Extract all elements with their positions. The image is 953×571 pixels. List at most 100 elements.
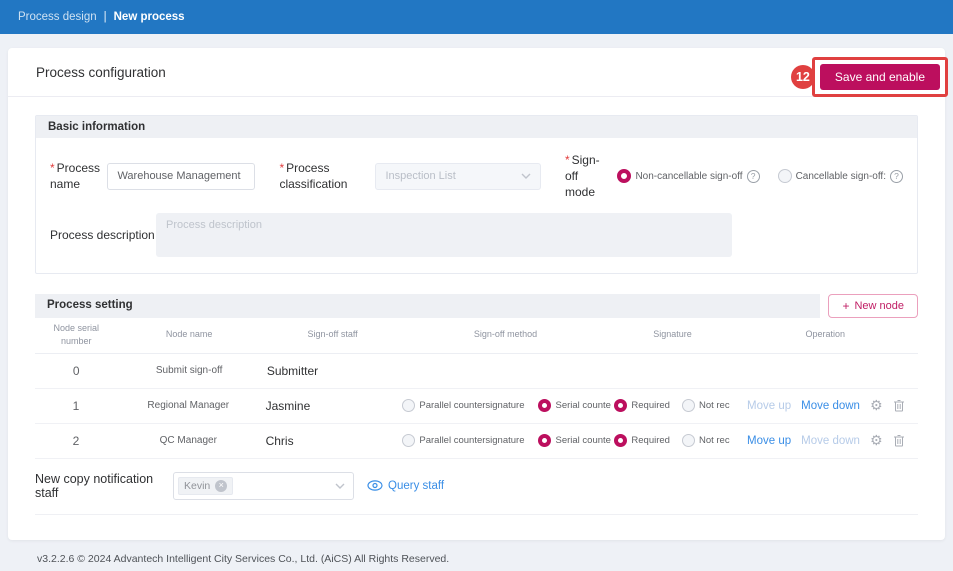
delete-icon[interactable] xyxy=(893,434,905,447)
process-setting-header: Process setting xyxy=(35,294,820,318)
staff-tag: Kevin × xyxy=(178,477,233,495)
table-header-row: Node serial number Node name Sign-off st… xyxy=(35,318,918,354)
help-icon[interactable]: ? xyxy=(890,170,903,183)
radio-signature-not-required[interactable]: Not rec xyxy=(682,399,730,412)
radio-signature-required[interactable]: Required xyxy=(614,434,670,447)
footer-copyright: v3.2.2.6 © 2024 Advantech Intelligent Ci… xyxy=(37,553,953,565)
sign-off-mode-label: *Sign-off mode xyxy=(565,152,609,201)
node-name: Regional Manager xyxy=(147,400,229,411)
copy-staff-select[interactable]: Kevin × xyxy=(173,472,354,500)
radio-signature-not-required[interactable]: Not rec xyxy=(682,434,730,447)
process-setting-table: Node serial number Node name Sign-off st… xyxy=(35,318,918,459)
radio-unselected-icon[interactable] xyxy=(402,434,415,447)
chevron-down-icon xyxy=(521,173,531,179)
required-mark: * xyxy=(50,161,55,175)
radio-unselected-icon[interactable] xyxy=(402,399,415,412)
move-up-link: Move up xyxy=(747,400,791,412)
process-name-input[interactable] xyxy=(107,163,255,190)
radio-parallel-countersignature[interactable]: Parallel countersignature xyxy=(402,434,524,447)
radio-serial-countersignature[interactable]: Serial counte xyxy=(538,434,610,447)
radio-selected-icon[interactable] xyxy=(614,399,627,412)
breadcrumb-new-process: New process xyxy=(114,11,185,23)
radio-selected-icon[interactable] xyxy=(538,434,551,447)
table-row: 2 QC Manager Chris Parallel countersigna… xyxy=(35,424,918,459)
basic-info-row-2: Process description xyxy=(50,213,903,257)
radio-label: Not rec xyxy=(699,400,730,411)
radio-non-cancellable[interactable]: Non-cancellable sign-off ? xyxy=(617,169,759,183)
gear-icon[interactable]: ⚙ xyxy=(870,434,883,448)
gear-icon[interactable]: ⚙ xyxy=(870,399,883,413)
radio-label: Serial counte xyxy=(555,435,610,446)
node-serial: 1 xyxy=(35,399,117,413)
radio-selected-icon[interactable] xyxy=(538,399,551,412)
radio-unselected-icon[interactable] xyxy=(682,434,695,447)
sign-off-staff: Jasmine xyxy=(266,399,311,413)
plus-icon: + xyxy=(842,299,849,313)
breadcrumb-process-design[interactable]: Process design xyxy=(18,11,97,23)
top-navigation-bar: Process design | New process xyxy=(0,0,953,34)
col-sign-off-method: Sign-off method xyxy=(398,324,606,346)
help-icon[interactable]: ? xyxy=(747,170,760,183)
process-description-label: Process description xyxy=(50,213,156,243)
table-row: 0 Submit sign-off Submitter xyxy=(35,354,918,389)
radio-label: Required xyxy=(631,435,670,446)
radio-label: Cancellable sign-off: xyxy=(796,171,886,182)
radio-unselected-icon[interactable] xyxy=(778,169,792,183)
node-name: Submit sign-off xyxy=(156,365,223,376)
process-classification-value: Inspection List xyxy=(385,170,455,182)
radio-label: Serial counte xyxy=(555,400,610,411)
node-serial: 0 xyxy=(35,364,117,378)
annotation-highlight-box: Save and enable xyxy=(812,57,948,97)
query-staff-link[interactable]: Query staff xyxy=(367,480,444,492)
sign-off-staff: Chris xyxy=(266,434,294,448)
process-configuration-card: 12 Save and enable Process configuration… xyxy=(8,48,945,540)
col-sign-off-staff: Sign-off staff xyxy=(261,324,399,346)
basic-information-body: *Process name *Process classification In… xyxy=(36,138,917,273)
col-operation: Operation xyxy=(732,324,918,346)
delete-icon[interactable] xyxy=(893,399,905,412)
basic-information-section: Basic information *Process name *Process… xyxy=(35,115,918,274)
col-node-serial: Node serial number xyxy=(35,318,117,353)
radio-signature-required[interactable]: Required xyxy=(614,399,670,412)
col-signature: Signature xyxy=(607,324,733,346)
basic-information-header: Basic information xyxy=(36,116,917,138)
query-staff-label: Query staff xyxy=(388,480,444,492)
sign-off-mode-radio-group: Non-cancellable sign-off ? Cancellable s… xyxy=(617,169,903,183)
process-classification-label: *Process classification xyxy=(279,160,367,192)
process-name-label: *Process name xyxy=(50,160,107,192)
annotation-overlay: 12 Save and enable xyxy=(791,57,948,97)
radio-selected-icon[interactable] xyxy=(614,434,627,447)
move-up-link[interactable]: Move up xyxy=(747,435,791,447)
node-serial: 2 xyxy=(35,434,117,448)
chevron-down-icon xyxy=(335,483,345,489)
radio-label: Not rec xyxy=(699,435,730,446)
process-description-textarea[interactable] xyxy=(156,213,732,257)
tag-close-icon[interactable]: × xyxy=(215,480,227,492)
table-row: 1 Regional Manager Jasmine Parallel coun… xyxy=(35,389,918,424)
radio-cancellable[interactable]: Cancellable sign-off: ? xyxy=(778,169,903,183)
bottom-divider xyxy=(35,514,918,515)
process-classification-select[interactable]: Inspection List xyxy=(375,163,540,190)
save-and-enable-button[interactable]: Save and enable xyxy=(820,64,940,90)
copy-notification-label: New copy notification staff xyxy=(35,472,173,500)
staff-tag-name: Kevin xyxy=(184,480,210,492)
radio-parallel-countersignature[interactable]: Parallel countersignature xyxy=(402,399,524,412)
page-title: Process configuration xyxy=(36,65,166,80)
node-name: QC Manager xyxy=(160,435,217,446)
process-setting-section: Process setting + New node Node serial n… xyxy=(35,294,918,459)
required-mark: * xyxy=(279,161,284,175)
radio-label: Required xyxy=(631,400,670,411)
radio-label: Parallel countersignature xyxy=(419,400,524,411)
move-down-link[interactable]: Move down xyxy=(801,400,860,412)
radio-unselected-icon[interactable] xyxy=(682,399,695,412)
required-mark: * xyxy=(565,153,570,167)
radio-label: Non-cancellable sign-off xyxy=(635,171,742,182)
sign-off-staff: Submitter xyxy=(267,364,318,378)
new-node-button[interactable]: + New node xyxy=(828,294,918,318)
radio-selected-icon[interactable] xyxy=(617,169,631,183)
copy-notification-row: New copy notification staff Kevin × Quer… xyxy=(35,472,918,500)
move-down-link: Move down xyxy=(801,435,860,447)
eye-icon xyxy=(367,480,383,491)
radio-serial-countersignature[interactable]: Serial counte xyxy=(538,399,610,412)
radio-label: Parallel countersignature xyxy=(419,435,524,446)
